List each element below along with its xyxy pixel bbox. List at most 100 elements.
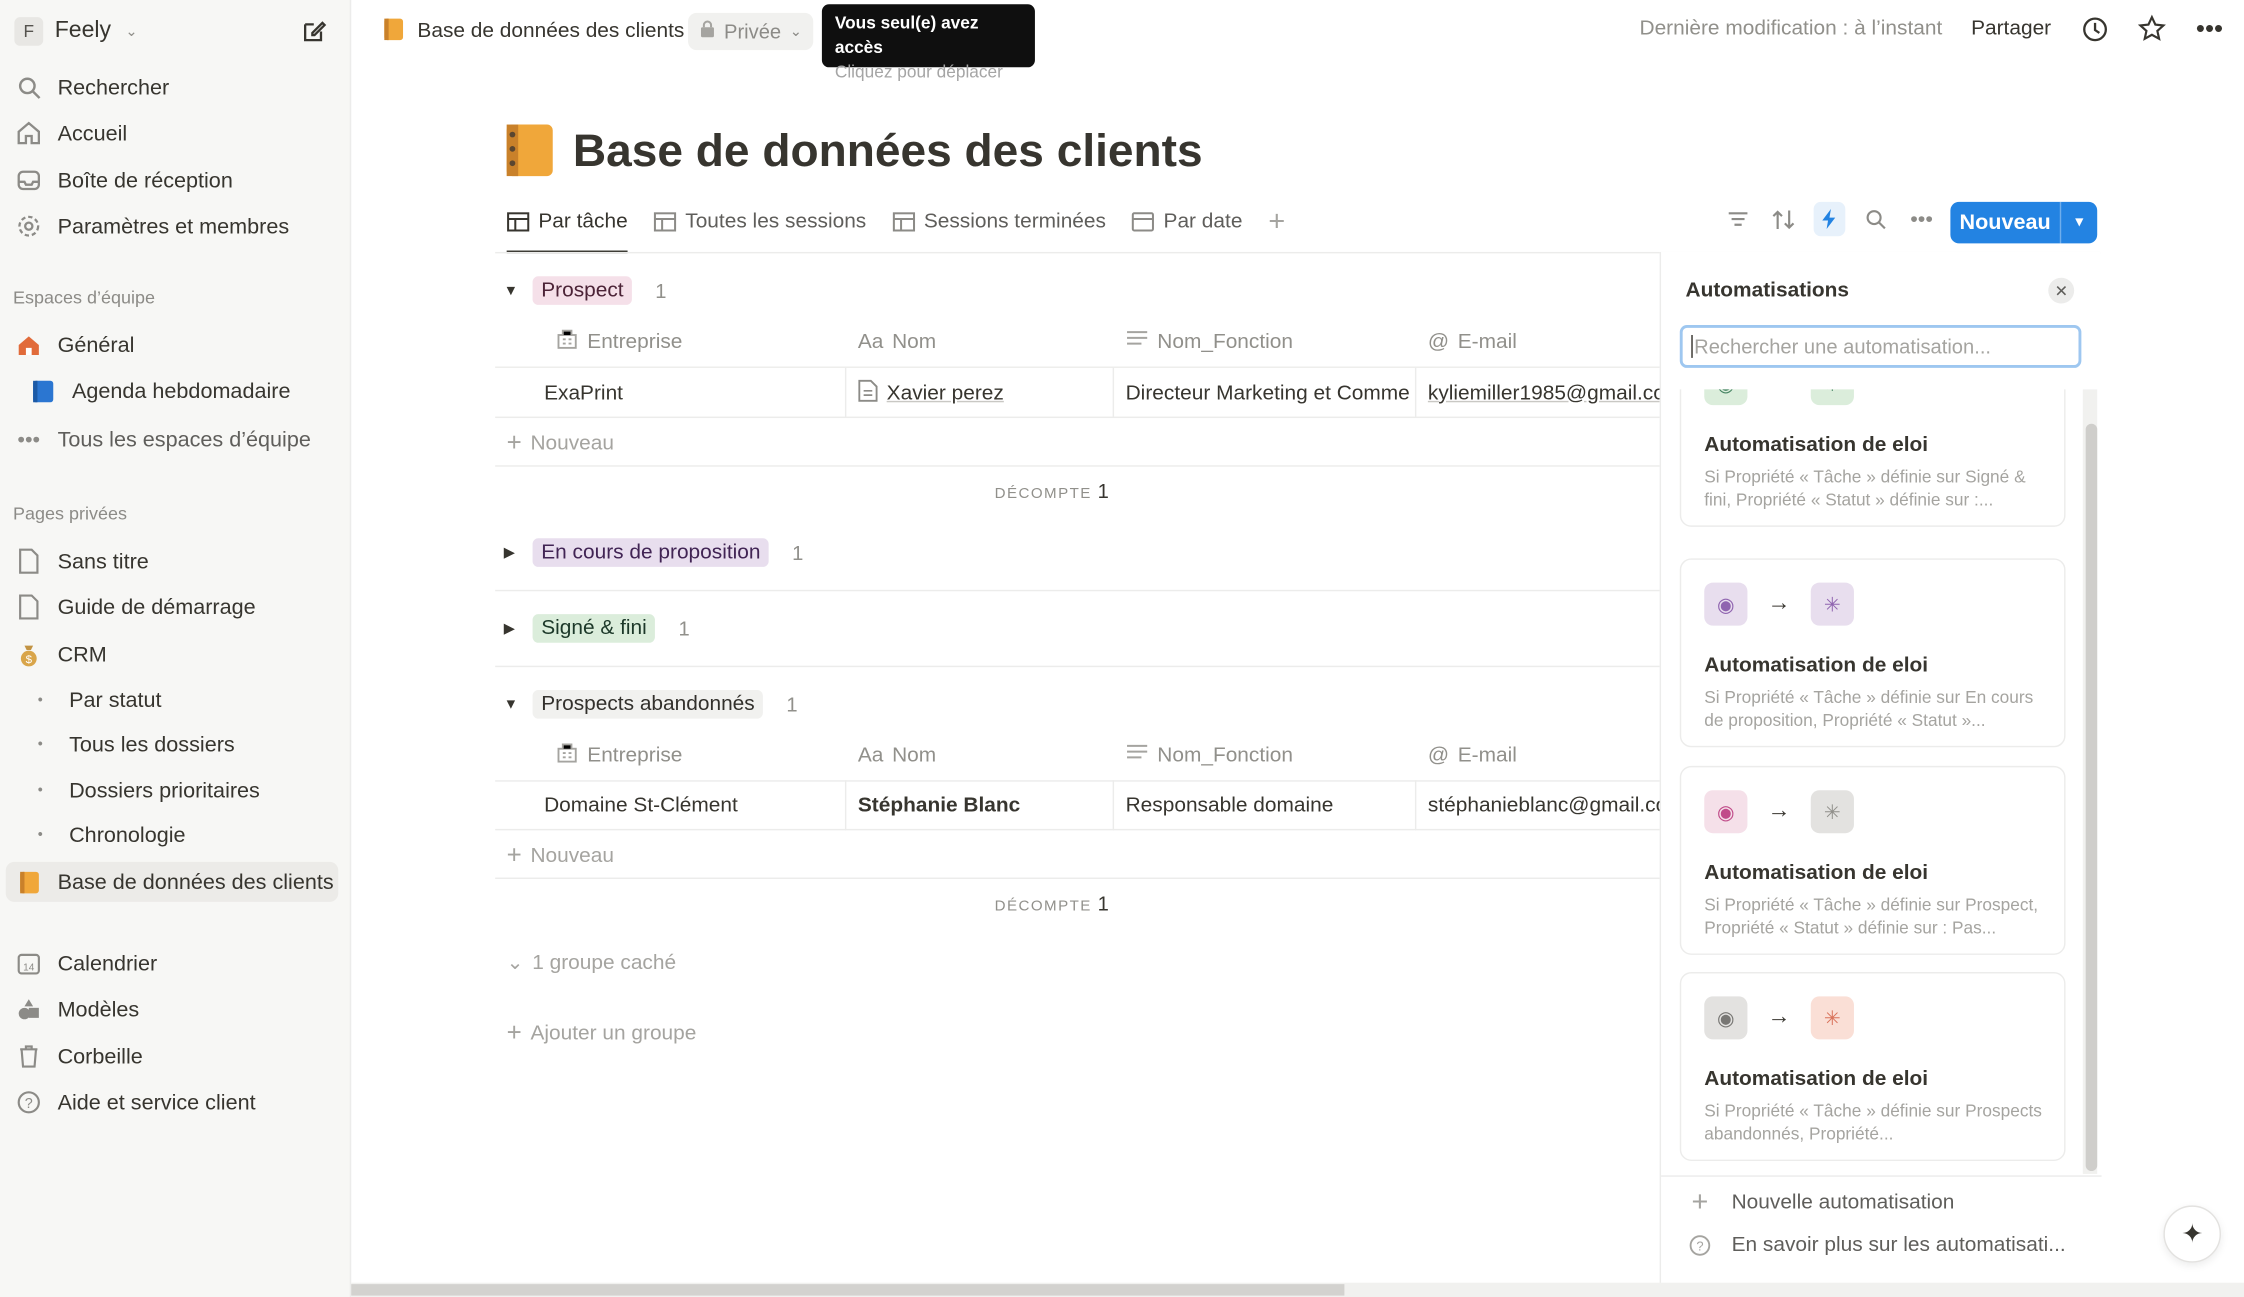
sidebar-item-client-database[interactable]: Base de données des clients xyxy=(5,861,339,902)
automation-card[interactable]: ◉ → ✳ Automatisation de eloi Si Propriét… xyxy=(1679,972,2066,1162)
sidebar-item-search[interactable]: Rechercher xyxy=(14,67,336,107)
collapse-triangle-icon[interactable]: ▼ xyxy=(504,696,521,712)
scrollbar-thumb[interactable] xyxy=(2085,423,2098,1172)
automation-card[interactable]: ◉ → ✳ Automatisation de eloi Si Propriét… xyxy=(1679,765,2066,955)
sidebar-item-label: Corbeille xyxy=(57,1044,143,1069)
new-row-button[interactable]: + Nouveau xyxy=(507,840,614,870)
count-footer[interactable]: DÉCOMPTE 1 xyxy=(995,480,1109,503)
group-header-prospect[interactable]: ▼ Prospect 1 xyxy=(504,276,666,305)
help-icon: ? xyxy=(14,1088,43,1117)
notebook-icon[interactable] xyxy=(498,120,558,180)
column-header-entreprise[interactable]: Entreprise xyxy=(533,730,847,780)
count-footer[interactable]: DÉCOMPTE 1 xyxy=(995,892,1109,915)
divider xyxy=(495,589,1662,592)
tab-par-date[interactable]: Par date xyxy=(1132,203,1242,240)
table-row[interactable]: Domaine St-Clément Stéphanie Blanc Respo… xyxy=(495,780,1662,831)
cell-fonction[interactable]: Responsable domaine xyxy=(1114,780,1417,831)
cell-entreprise[interactable]: Domaine St-Clément xyxy=(533,780,847,831)
chevron-down-icon[interactable]: ▾ xyxy=(2059,201,2097,244)
privacy-badge[interactable]: Privée ⌄ xyxy=(688,12,814,51)
tab-par-tache[interactable]: Par tâche xyxy=(506,203,628,254)
workspace-switcher[interactable]: F Feely ⌄ xyxy=(14,14,137,48)
column-header-nom[interactable]: Aa Nom xyxy=(846,316,1114,366)
breadcrumb[interactable]: Base de données des clients xyxy=(380,16,684,47)
sidebar-item-chronologie[interactable]: • Chronologie xyxy=(32,815,337,855)
new-page-icon[interactable] xyxy=(299,17,328,46)
tab-sessions-terminees[interactable]: Sessions terminées xyxy=(892,203,1106,240)
column-header-entreprise[interactable]: Entreprise xyxy=(533,316,847,366)
sidebar-item-untitled[interactable]: Sans titre xyxy=(14,541,336,581)
column-header-label: Entreprise xyxy=(587,329,683,353)
search-icon[interactable] xyxy=(1860,202,1892,236)
building-icon xyxy=(556,328,579,355)
group-header-abandonnes[interactable]: ▼ Prospects abandonnés 1 xyxy=(504,690,798,719)
sidebar-item-general[interactable]: Général xyxy=(14,325,336,365)
lightning-icon[interactable] xyxy=(1813,201,1846,237)
sidebar-item-help[interactable]: ? Aide et service client xyxy=(14,1082,336,1122)
sidebar-item-templates[interactable]: Modèles xyxy=(14,989,336,1029)
add-group-button[interactable]: + Ajouter un groupe xyxy=(507,1018,697,1048)
sidebar-item-tous-dossiers[interactable]: • Tous les dossiers xyxy=(32,724,337,764)
column-header-email[interactable]: @ E-mail xyxy=(1416,316,1661,366)
count-value: 1 xyxy=(1097,479,1109,503)
new-automation-button[interactable]: + Nouvelle automatisation xyxy=(1688,1186,1955,1217)
column-header-fonction[interactable]: Nom_Fonction xyxy=(1114,316,1416,366)
cell-nom[interactable]: Stéphanie Blanc xyxy=(846,780,1115,831)
sidebar-item-home[interactable]: Accueil xyxy=(14,113,336,153)
cell-entreprise[interactable]: ExaPrint xyxy=(533,367,847,419)
topbar-actions: Dernière modification : à l’instant Part… xyxy=(1639,14,2223,43)
page-title-text[interactable]: Base de données des clients xyxy=(573,124,1203,177)
sidebar-item-inbox[interactable]: Boîte de réception xyxy=(14,160,336,200)
more-icon[interactable]: ••• xyxy=(2195,14,2224,43)
group-header-en-cours[interactable]: ▶ En cours de proposition 1 xyxy=(504,538,804,567)
group-count: 1 xyxy=(792,541,804,565)
new-button[interactable]: Nouveau ▾ xyxy=(1950,201,2098,244)
sidebar-item-agenda[interactable]: Agenda hebdomadaire xyxy=(29,371,351,411)
count-value: 1 xyxy=(1097,891,1109,915)
add-view-button[interactable]: + xyxy=(1268,203,1285,240)
more-icon[interactable]: ••• xyxy=(1906,202,1938,236)
sort-icon[interactable] xyxy=(1768,202,1800,236)
sidebar-item-crm[interactable]: $ CRM xyxy=(14,634,336,674)
expand-triangle-icon[interactable]: ▶ xyxy=(504,545,521,561)
cell-email[interactable]: kyliemiller1985@gmail.co xyxy=(1416,368,1661,418)
automation-card[interactable]: ◉ → ✳ Automatisation de eloi Si Propriét… xyxy=(1679,389,2066,527)
lock-icon xyxy=(700,20,716,43)
tab-toutes-sessions[interactable]: Toutes les sessions xyxy=(654,203,866,240)
last-modified: Dernière modification : à l’instant xyxy=(1639,17,1943,41)
sidebar-item-settings[interactable]: Paramètres et membres xyxy=(14,206,336,246)
sidebar-item-dossiers-prioritaires[interactable]: • Dossiers prioritaires xyxy=(32,770,337,810)
group-count: 1 xyxy=(786,692,798,716)
column-header-email[interactable]: @ E-mail xyxy=(1416,730,1661,780)
automation-search-input[interactable]: Rechercher une automatisation... xyxy=(1679,324,2082,368)
cell-nom[interactable]: Xavier perez xyxy=(846,367,1115,419)
ai-sparkle-button[interactable]: ✦ xyxy=(2163,1205,2221,1263)
column-header-fonction[interactable]: Nom_Fonction xyxy=(1114,730,1416,780)
sidebar-item-par-statut[interactable]: • Par statut xyxy=(32,680,337,720)
sidebar-item-trash[interactable]: Corbeille xyxy=(14,1036,336,1076)
trigger-icon: ◉ xyxy=(1704,996,1748,1040)
close-icon[interactable]: ✕ xyxy=(2048,277,2075,304)
clock-icon[interactable] xyxy=(2080,14,2109,43)
sidebar-item-getting-started[interactable]: Guide de démarrage xyxy=(14,587,336,627)
arrow-right-icon: → xyxy=(1767,798,1791,824)
search-icon xyxy=(14,73,43,102)
table-icon xyxy=(507,210,530,233)
new-row-button[interactable]: + Nouveau xyxy=(507,428,614,458)
filter-icon[interactable] xyxy=(1722,202,1754,236)
column-header-nom[interactable]: Aa Nom xyxy=(846,730,1114,780)
share-button[interactable]: Partager xyxy=(1971,17,2051,40)
sidebar-item-calendar[interactable]: 14 Calendrier xyxy=(14,943,336,983)
cell-fonction[interactable]: Directeur Marketing et Comme xyxy=(1114,367,1417,419)
group-header-signe[interactable]: ▶ Signé & fini 1 xyxy=(504,614,690,643)
learn-more-link[interactable]: ? En savoir plus sur les automatisati... xyxy=(1688,1234,2066,1257)
horizontal-scrollbar-thumb[interactable] xyxy=(351,1284,1345,1296)
table-row[interactable]: ExaPrint Xavier perez Directeur Marketin… xyxy=(495,367,1662,419)
expand-triangle-icon[interactable]: ▶ xyxy=(504,621,521,637)
cell-email[interactable]: stéphanieblanc@gmail.co xyxy=(1416,780,1661,830)
hidden-groups-toggle[interactable]: ⌄ 1 groupe caché xyxy=(507,951,676,975)
collapse-triangle-icon[interactable]: ▼ xyxy=(504,283,521,299)
star-icon[interactable] xyxy=(2137,14,2167,43)
sidebar-item-all-teamspaces[interactable]: ••• Tous les espaces d’équipe xyxy=(14,419,336,459)
automation-card[interactable]: ◉ → ✳ Automatisation de eloi Si Propriét… xyxy=(1679,558,2066,748)
